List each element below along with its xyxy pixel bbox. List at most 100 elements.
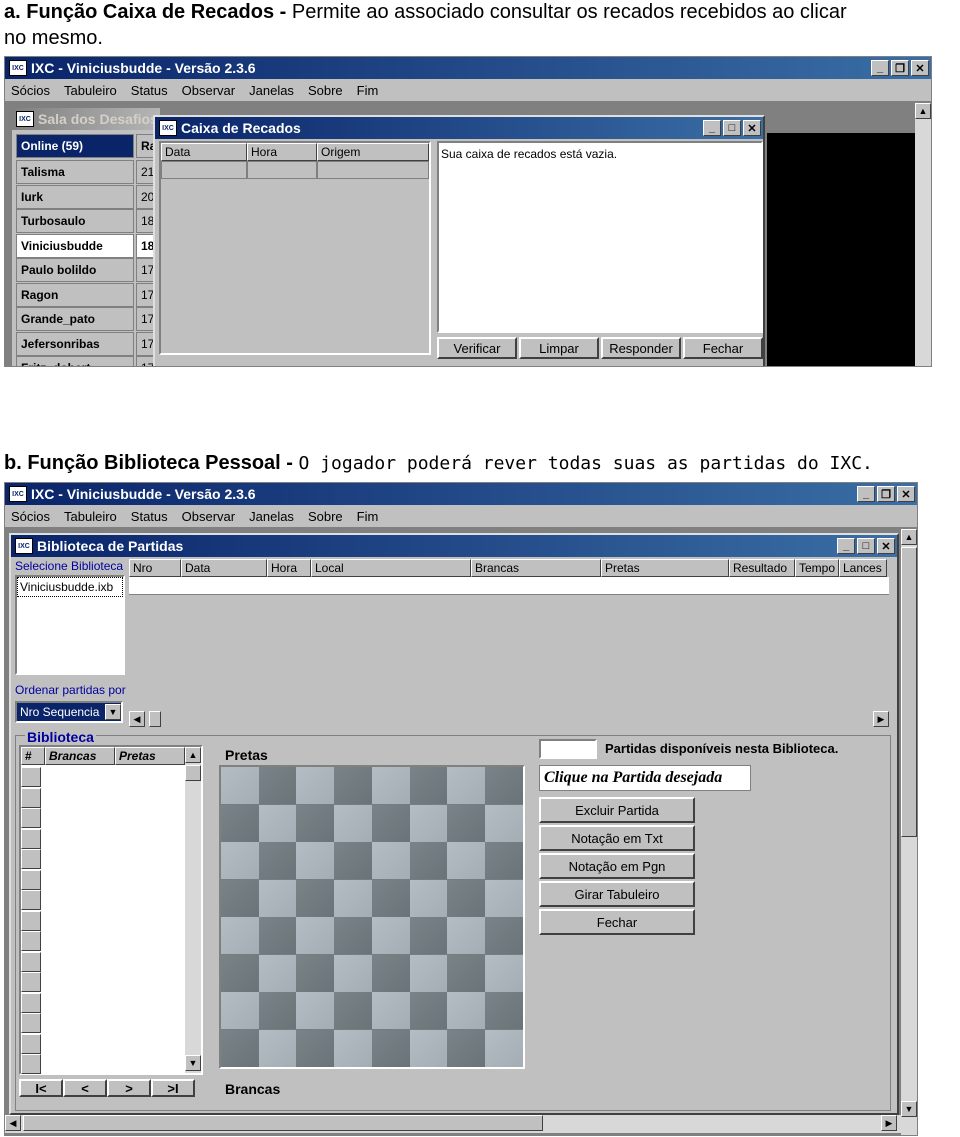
col-data[interactable]: Data xyxy=(161,143,247,161)
games-col-header[interactable]: Brancas xyxy=(471,559,601,577)
board-square[interactable] xyxy=(409,804,448,842)
board-square[interactable] xyxy=(447,917,486,954)
scroll-right-icon[interactable]: ▶ xyxy=(881,1115,897,1131)
board-square[interactable] xyxy=(221,954,259,992)
board-square[interactable] xyxy=(296,1029,335,1067)
board-square[interactable] xyxy=(334,1029,373,1067)
row-header[interactable] xyxy=(21,931,41,951)
close-icon[interactable]: ✕ xyxy=(743,120,761,136)
games-col-header[interactable]: Nro xyxy=(129,559,181,577)
board-square[interactable] xyxy=(296,804,335,842)
board-square[interactable] xyxy=(258,842,297,879)
board-square[interactable] xyxy=(334,804,373,842)
games-grid[interactable]: Nro Data Hora Local Brancas Pretas Resultado Te… xyxy=(129,559,889,753)
verificar-button[interactable]: Verificar xyxy=(437,337,517,359)
board-square[interactable] xyxy=(334,954,373,992)
board-square[interactable] xyxy=(296,879,335,917)
menu-sobre[interactable]: Sobre xyxy=(308,509,343,524)
board-square[interactable] xyxy=(334,767,373,804)
scroll-up-icon[interactable]: ▲ xyxy=(915,103,931,119)
menu-fim[interactable]: Fim xyxy=(357,509,379,524)
maximize-icon[interactable]: ❐ xyxy=(877,486,895,502)
sala-desafios-window[interactable]: IXC Sala dos Desafios Online (59) Ra Tal… xyxy=(11,107,161,366)
board-square[interactable] xyxy=(221,804,259,842)
board-square[interactable] xyxy=(409,954,448,992)
board-square[interactable] xyxy=(258,804,297,842)
row-header[interactable] xyxy=(21,992,41,1013)
player-name[interactable]: Viniciusbudde xyxy=(16,233,134,258)
minimize-icon[interactable]: _ xyxy=(857,486,875,502)
message-textarea[interactable]: Sua caixa de recados está vazia. xyxy=(437,141,763,333)
limpar-button[interactable]: Limpar xyxy=(519,337,599,359)
games-col-header[interactable]: Pretas xyxy=(601,559,729,577)
menu-socios[interactable]: Sócios xyxy=(11,509,50,524)
board-square[interactable] xyxy=(371,842,410,879)
menu-sobre[interactable]: Sobre xyxy=(308,83,343,98)
board-square[interactable] xyxy=(296,954,335,992)
scroll-up-icon[interactable]: ▲ xyxy=(901,529,917,545)
minimize-icon[interactable]: _ xyxy=(703,120,721,136)
board-square[interactable] xyxy=(258,917,297,954)
row-header[interactable] xyxy=(21,808,41,828)
row-header[interactable] xyxy=(21,890,41,910)
biblioteca-games-list[interactable]: # Brancas Pretas ▲ ▼ xyxy=(19,745,203,1075)
player-name[interactable]: Jefersonribas xyxy=(16,331,134,356)
board-square[interactable] xyxy=(221,992,259,1029)
nav-next-button[interactable]: > xyxy=(107,1079,151,1097)
row-header[interactable] xyxy=(21,951,41,972)
board-square[interactable] xyxy=(296,842,335,879)
board-square[interactable] xyxy=(484,954,523,992)
board-square[interactable] xyxy=(409,917,448,954)
nav-last-button[interactable]: >I xyxy=(151,1079,195,1097)
board-square[interactable] xyxy=(258,1029,297,1067)
main-vertical-scrollbar[interactable]: ▲ xyxy=(915,103,931,366)
games-col-header[interactable]: Lances xyxy=(839,559,887,577)
girar-tabuleiro-button[interactable]: Girar Tabuleiro xyxy=(539,881,695,907)
scroll-left-icon[interactable]: ◀ xyxy=(5,1115,21,1131)
scroll-down-icon[interactable]: ▼ xyxy=(185,1055,201,1071)
board-square[interactable] xyxy=(447,804,486,842)
col-number[interactable]: # xyxy=(21,747,45,765)
grid-cell[interactable] xyxy=(161,161,247,179)
col-pretas[interactable]: Pretas xyxy=(115,747,185,765)
board-square[interactable] xyxy=(258,879,297,917)
board-square[interactable] xyxy=(447,767,486,804)
menu-socios[interactable]: Sócios xyxy=(11,83,50,98)
row-header[interactable] xyxy=(21,1033,41,1054)
board-square[interactable] xyxy=(334,842,373,879)
player-name[interactable]: Fritz_dobert xyxy=(16,356,134,366)
row-header[interactable] xyxy=(21,767,41,787)
excluir-partida-button[interactable]: Excluir Partida xyxy=(539,797,695,823)
menu-fim[interactable]: Fim xyxy=(357,83,379,98)
board-square[interactable] xyxy=(334,879,373,917)
nav-first-button[interactable]: I< xyxy=(19,1079,63,1097)
row-header[interactable] xyxy=(21,869,41,890)
board-square[interactable] xyxy=(296,917,335,954)
grid-cell[interactable] xyxy=(247,161,317,179)
board-square[interactable] xyxy=(447,1029,486,1067)
board-square[interactable] xyxy=(371,804,410,842)
games-col-header[interactable]: Resultado xyxy=(729,559,795,577)
board-square[interactable] xyxy=(371,917,410,954)
scroll-thumb[interactable] xyxy=(185,765,201,781)
player-name[interactable]: Iurk xyxy=(16,184,134,209)
notacao-pgn-button[interactable]: Notação em Pgn xyxy=(539,853,695,879)
board-square[interactable] xyxy=(484,767,523,804)
board-square[interactable] xyxy=(334,917,373,954)
col-origem[interactable]: Origem xyxy=(317,143,429,161)
menu-observar[interactable]: Observar xyxy=(182,83,235,98)
main-horizontal-scrollbar[interactable]: ◀ ▶ xyxy=(5,1115,901,1133)
row-header[interactable] xyxy=(21,1054,41,1074)
row-header[interactable] xyxy=(21,828,41,849)
games-col-header[interactable]: Hora xyxy=(267,559,311,577)
board-square[interactable] xyxy=(296,992,335,1029)
games-col-header[interactable]: Tempo xyxy=(795,559,839,577)
notacao-txt-button[interactable]: Notação em Txt xyxy=(539,825,695,851)
board-square[interactable] xyxy=(221,917,259,954)
list-scrollbar[interactable]: ▲ ▼ xyxy=(185,747,201,1073)
board-square[interactable] xyxy=(409,842,448,879)
board-square[interactable] xyxy=(334,992,373,1029)
board-square[interactable] xyxy=(371,879,410,917)
menu-janelas[interactable]: Janelas xyxy=(249,83,294,98)
player-name[interactable]: Grande_pato xyxy=(16,307,134,331)
